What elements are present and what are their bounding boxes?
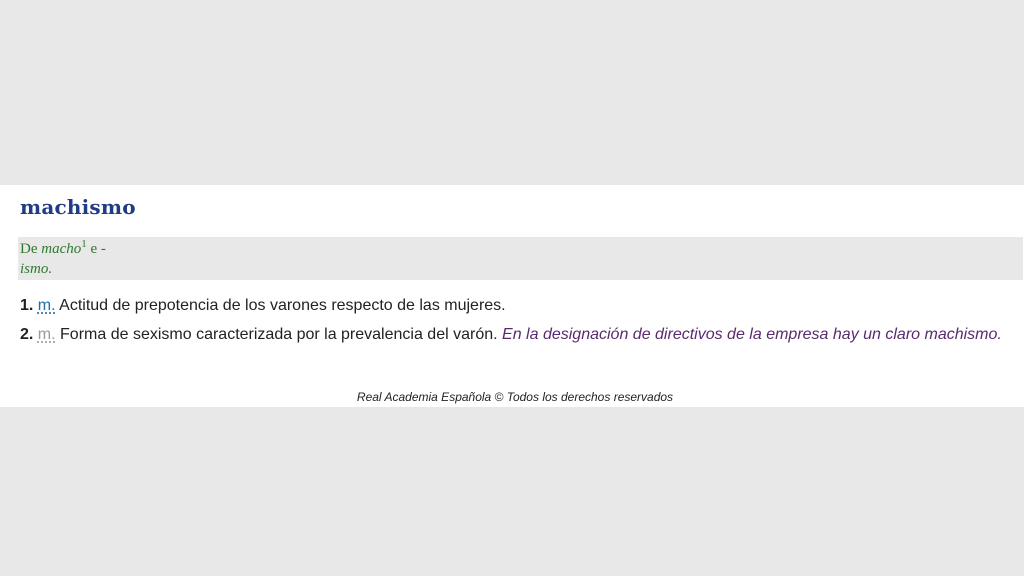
etymology-connector: e -	[90, 241, 106, 257]
headword: machismo	[20, 195, 136, 219]
grammar-abbr-masculine[interactable]: m.	[38, 297, 56, 314]
etymology-prefix: De	[20, 241, 38, 257]
sense-number: 1.	[20, 297, 34, 314]
etymology-line-2: ismo.	[20, 259, 106, 279]
sense-number: 2.	[20, 326, 34, 343]
sense-definition: Actitud de prepotencia de los varones re…	[59, 297, 506, 314]
copyright-footer: Real Academia Española © Todos los derec…	[356, 390, 674, 404]
etymology-word[interactable]: macho	[41, 241, 81, 257]
dictionary-entry: machismo De macho1 e - ismo. 1. m. Actit…	[0, 185, 1024, 407]
sense-1: 1. m. Actitud de prepotencia de los varo…	[20, 293, 1010, 319]
usage-example: En la designación de directivos de la em…	[502, 326, 1002, 343]
etymology-block: De macho1 e - ismo.	[18, 237, 1023, 280]
grammar-abbr-masculine[interactable]: m.	[38, 326, 56, 343]
etymology-superscript: 1	[81, 238, 87, 250]
etymology-line-1: De macho1 e -	[20, 239, 106, 259]
etymology-suffix[interactable]: ismo.	[20, 261, 52, 277]
sense-2: 2. m. Forma de sexismo caracterizada por…	[20, 322, 1010, 348]
sense-definition: Forma de sexismo caracterizada por la pr…	[60, 326, 498, 343]
